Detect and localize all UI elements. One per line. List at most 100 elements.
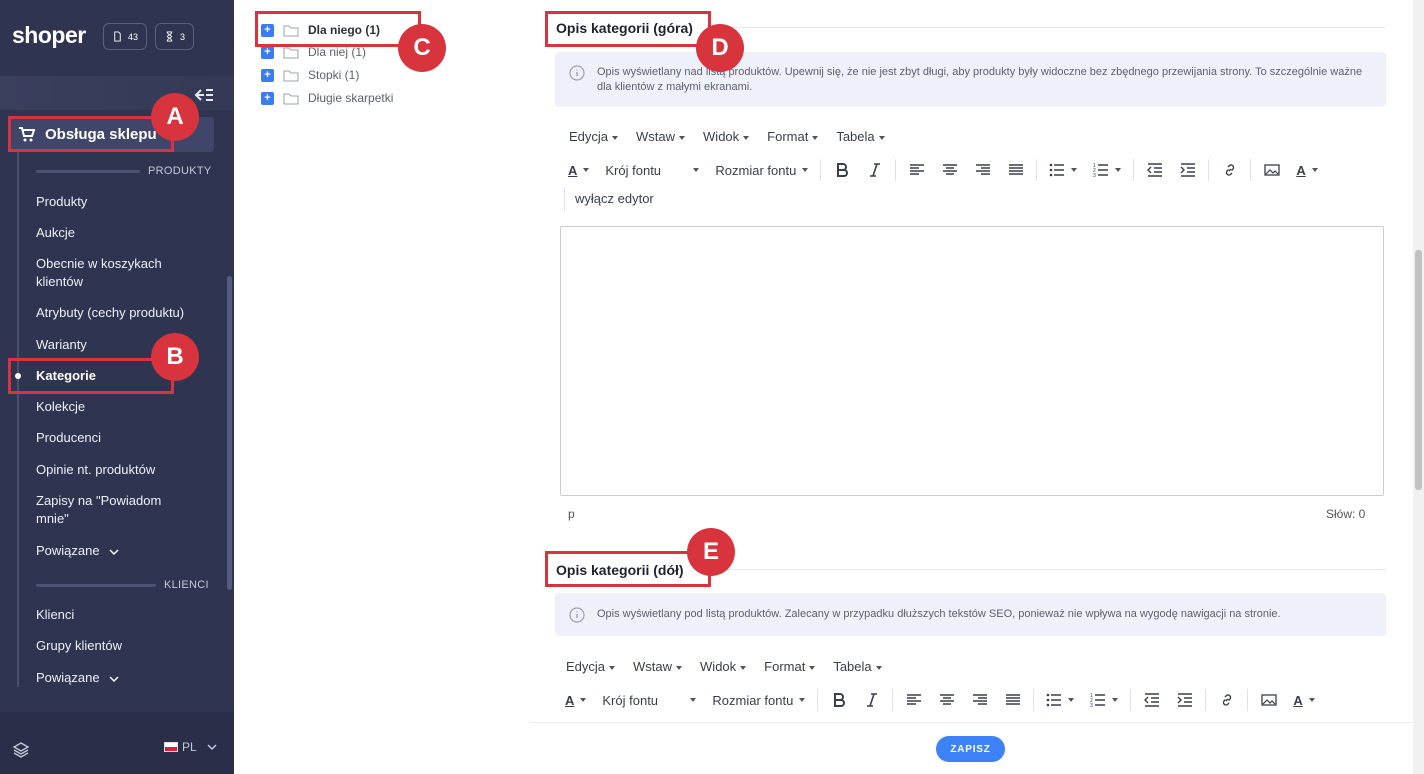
align-right-button[interactable] [966, 158, 999, 182]
menu-table[interactable]: Tabela [833, 659, 881, 674]
menu-edit[interactable]: Edycja [566, 659, 615, 674]
indent-button[interactable] [1171, 158, 1204, 182]
sidebar-item-clients-related[interactable]: Powiązane [36, 669, 216, 687]
sidebar-item-producers[interactable]: Producenci [36, 429, 216, 447]
sidebar-item-attributes[interactable]: Atrybuty (cechy produktu) [36, 304, 216, 322]
language-selector[interactable]: PL [164, 740, 217, 754]
align-left-button[interactable] [897, 688, 930, 712]
page-scrollbar[interactable] [1415, 250, 1422, 490]
link-button[interactable] [1213, 158, 1246, 182]
top-editor-toolbar: A Krój fontu Rozmiar fontu 123 A [560, 158, 1326, 182]
shoper-logo[interactable]: shoper [12, 22, 86, 49]
top-editor-menubar: Edycja Wstaw Widok Format Tabela [569, 129, 885, 144]
numbered-list-button[interactable]: 123 [1082, 692, 1126, 708]
tree-item[interactable]: + Stopki (1) [261, 68, 359, 82]
image-button[interactable] [1252, 688, 1285, 712]
tree-item-label: Dla niej (1) [308, 45, 367, 59]
toolbar-separator [1130, 689, 1132, 711]
align-left-icon [906, 694, 921, 705]
align-center-icon [939, 694, 954, 705]
related-label: Powiązane [36, 543, 100, 558]
indent-button[interactable] [1168, 688, 1201, 712]
menu-insert[interactable]: Wstaw [636, 129, 685, 144]
sidebar-item-client-groups[interactable]: Grupy klientów [36, 637, 216, 655]
expand-icon[interactable]: + [261, 91, 274, 105]
disable-editor-link[interactable]: wyłącz edytor [564, 187, 654, 211]
outdent-button[interactable] [1138, 158, 1171, 182]
sidebar-scrollbar[interactable] [227, 276, 232, 590]
align-center-button[interactable] [930, 688, 963, 712]
bullet-list-button[interactable] [1041, 162, 1085, 178]
menu-insert[interactable]: Wstaw [633, 659, 682, 674]
align-left-button[interactable] [900, 158, 933, 182]
sidebar-item-notify[interactable]: Zapisy na "Powiadom mnie" [36, 492, 186, 528]
sidebar-item-auctions[interactable]: Aukcje [36, 224, 216, 242]
language-label: PL [182, 740, 197, 754]
tasks-badge[interactable]: 3 [155, 23, 195, 50]
caret-icon [1071, 168, 1078, 172]
justify-button[interactable] [996, 688, 1029, 712]
sidebar-item-related[interactable]: Powiązane [36, 542, 216, 560]
sidebar-item-reviews[interactable]: Opinie nt. produktów [36, 461, 216, 479]
justify-icon [1008, 164, 1023, 175]
menu-edit[interactable]: Edycja [569, 129, 618, 144]
italic-icon [869, 163, 880, 177]
menu-view[interactable]: Widok [703, 129, 749, 144]
font-color-button[interactable]: A [560, 163, 597, 178]
caret-icon [1068, 698, 1075, 702]
menu-view[interactable]: Widok [700, 659, 746, 674]
font-size-label: Rozmiar fontu [715, 162, 797, 178]
toolbar-separator [895, 159, 897, 181]
justify-button[interactable] [999, 158, 1032, 182]
toolbar-separator [1208, 159, 1210, 181]
link-button[interactable] [1210, 688, 1243, 712]
tree-item-label: Stopki (1) [308, 68, 360, 82]
section-divider [36, 169, 140, 173]
italic-button[interactable] [855, 688, 888, 712]
image-button[interactable] [1255, 158, 1288, 182]
bold-button[interactable] [825, 158, 858, 182]
font-family-select[interactable]: Krój fontu [597, 163, 707, 178]
save-button[interactable]: ZAPISZ [936, 736, 1005, 762]
italic-button[interactable] [858, 158, 891, 182]
expand-icon[interactable]: + [261, 68, 274, 82]
bullet-list-button[interactable] [1038, 692, 1082, 708]
numbered-list-button[interactable]: 123 [1085, 162, 1129, 178]
font-family-label: Krój fontu [605, 162, 662, 178]
menu-format[interactable]: Format [767, 129, 818, 144]
font-size-select[interactable]: Rozmiar fontu [704, 693, 813, 708]
caret-icon [802, 168, 809, 172]
editor-path: p [568, 507, 575, 521]
collapse-sidebar-icon[interactable] [194, 86, 214, 104]
toolbar-separator [1247, 689, 1249, 711]
menu-format[interactable]: Format [764, 659, 815, 674]
expand-icon[interactable]: + [261, 45, 274, 59]
link-icon [1225, 164, 1234, 176]
align-center-button[interactable] [933, 158, 966, 182]
tree-item[interactable]: + Dla niej (1) [261, 45, 366, 59]
font-family-select[interactable]: Krój fontu [594, 693, 704, 708]
section-divider [36, 583, 156, 587]
sidebar-item-products[interactable]: Produkty [36, 193, 216, 211]
layers-icon[interactable] [12, 741, 30, 759]
folder-icon [283, 70, 299, 81]
background-color-button[interactable]: A [1288, 163, 1325, 178]
font-size-select[interactable]: Rozmiar fontu [707, 163, 816, 178]
sidebar-item-clients[interactable]: Klienci [36, 606, 216, 624]
sidebar-item-collections[interactable]: Kolekcje [36, 398, 216, 416]
font-color-button[interactable]: A [557, 693, 594, 708]
outdent-button[interactable] [1135, 688, 1168, 712]
bold-button[interactable] [822, 688, 855, 712]
flag-pl-icon [164, 742, 178, 752]
tree-item[interactable]: + Długie skarpetki [261, 91, 393, 105]
orders-badge[interactable]: 43 [103, 23, 148, 50]
outdent-icon [1146, 163, 1162, 177]
divider [710, 569, 1386, 570]
align-right-button[interactable] [963, 688, 996, 712]
top-description-editor[interactable] [560, 226, 1384, 496]
bullet-list-icon [1047, 693, 1062, 707]
divider [710, 27, 1386, 28]
sidebar-item-in-carts[interactable]: Obecnie w koszykach klientów [36, 255, 186, 291]
background-color-button[interactable]: A [1285, 693, 1322, 708]
menu-table[interactable]: Tabela [836, 129, 884, 144]
